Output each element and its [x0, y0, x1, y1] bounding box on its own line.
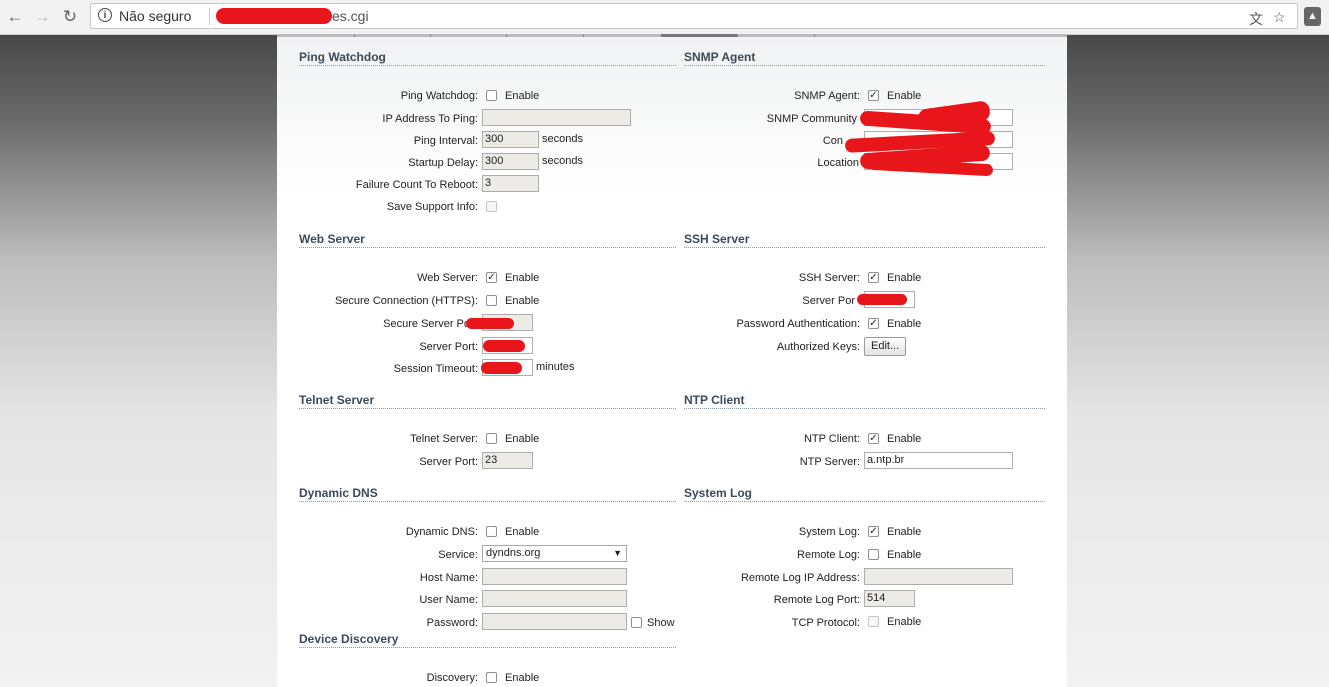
enable-label: Enable: [887, 549, 922, 561]
enable-label: Enable: [887, 433, 922, 445]
field-label: Authorized Keys:: [776, 341, 860, 353]
section-title: Ping Watchdog: [299, 50, 386, 64]
section-divider: [299, 647, 676, 648]
info-icon[interactable]: i: [98, 8, 112, 22]
tcp-protocol-checkbox[interactable]: [868, 616, 879, 627]
security-indicator[interactable]: Não seguro: [119, 8, 191, 24]
discovery-row: Discovery:: [277, 670, 478, 687]
section-divider: [299, 247, 676, 248]
section-divider: [684, 247, 1045, 248]
section-title: System Log: [684, 486, 753, 500]
field-label: Remote Log IP Address:: [740, 572, 860, 584]
address-bar[interactable]: i Não seguro xxxxxxxxxxxxxxxxes.cgi 文 ☆: [90, 3, 1298, 29]
field-label: Remote Log:: [797, 549, 860, 561]
url-host-redacted: xxxxxxxxxxxxxxxx: [216, 8, 332, 24]
snmp-contact-row: Con: [277, 133, 843, 151]
section-divider: [299, 65, 676, 66]
section-title: SSH Server: [684, 232, 750, 246]
extension-icon[interactable]: ▲: [1304, 7, 1321, 26]
remote-log-port-row: Remote Log Port:: [277, 592, 860, 610]
password-auth-row: Password Authentication:: [277, 316, 860, 334]
section-divider: [299, 501, 676, 502]
field-label: Failure Count To Reboot:: [355, 179, 478, 191]
save-support-checkbox[interactable]: [486, 201, 497, 212]
section-title: Device Discovery: [299, 632, 399, 646]
remote-log-checkbox[interactable]: [868, 549, 879, 560]
authorized-keys-row: Authorized Keys:: [277, 339, 860, 357]
snmp-agent-checkbox[interactable]: ✓: [868, 90, 879, 101]
save-support-row: Save Support Info:: [277, 199, 478, 217]
unit-label: minutes: [536, 361, 575, 373]
field-label: Location: [817, 157, 859, 169]
section-title: Telnet Server: [299, 393, 375, 407]
field-label: SNMP Community: [766, 113, 857, 125]
field-label: Discovery:: [426, 672, 478, 684]
section-title: NTP Client: [684, 393, 745, 407]
url-path: es.cgi: [332, 8, 369, 24]
redaction-mark: [481, 362, 522, 374]
remote-log-ip-input[interactable]: [864, 568, 1013, 585]
field-label: NTP Client:: [803, 433, 860, 445]
enable-label: Enable: [887, 318, 922, 330]
field-label: Remote Log Port:: [773, 594, 860, 606]
failure-count-row: Failure Count To Reboot:: [277, 177, 478, 195]
ntp-server-row: NTP Server:: [277, 454, 860, 472]
section-divider: [299, 408, 676, 409]
field-label: TCP Protocol:: [791, 617, 860, 629]
ssh-port-row: Server Por: [277, 293, 855, 311]
session-timeout-row: Session Timeout:: [277, 361, 478, 379]
forward-arrow-icon[interactable]: →: [31, 6, 53, 28]
ssh-server-checkbox[interactable]: ✓: [868, 272, 879, 283]
field-label: Password Authentication:: [736, 318, 860, 330]
star-icon[interactable]: ☆: [1273, 9, 1286, 26]
ssh-server-row: SSH Server:: [277, 270, 860, 288]
enable-label: Enable: [505, 672, 540, 684]
field-label: System Log:: [798, 526, 860, 538]
section-title: SNMP Agent: [684, 50, 756, 64]
ntp-client-row: NTP Client:: [277, 431, 860, 449]
edit-keys-button[interactable]: Edit...: [864, 337, 907, 356]
reload-icon[interactable]: ↻: [59, 6, 81, 28]
back-arrow-icon[interactable]: ←: [4, 6, 26, 28]
field-label: SSH Server:: [798, 272, 860, 284]
tcp-protocol-row: TCP Protocol:: [277, 615, 860, 633]
section-divider: [684, 65, 1045, 66]
services-panel: Ping Watchdog Ping Watchdog: Enable IP A…: [277, 37, 1067, 687]
field-label: NTP Server:: [799, 456, 860, 468]
url-text[interactable]: xxxxxxxxxxxxxxxxes.cgi: [216, 8, 369, 24]
remote-log-row: Remote Log:: [277, 547, 860, 565]
ntp-server-input[interactable]: a.ntp.br: [864, 452, 1013, 469]
discovery-checkbox[interactable]: [486, 672, 497, 683]
snmp-community-row: SNMP Community: [277, 111, 857, 129]
field-label: Save Support Info:: [386, 201, 478, 213]
section-divider: [684, 408, 1045, 409]
remote-log-port-input[interactable]: 514: [864, 590, 915, 607]
browser-toolbar: ← → ↻ i Não seguro xxxxxxxxxxxxxxxxes.cg…: [0, 0, 1329, 35]
enable-label: Enable: [887, 272, 922, 284]
section-title: Dynamic DNS: [299, 486, 378, 500]
system-log-checkbox[interactable]: ✓: [868, 526, 879, 537]
field-label: Server Por: [802, 295, 855, 307]
snmp-agent-row: SNMP Agent:: [277, 88, 860, 106]
password-auth-checkbox[interactable]: ✓: [868, 318, 879, 329]
remote-log-ip-row: Remote Log IP Address:: [277, 570, 860, 588]
omnibox-separator: [209, 8, 210, 25]
snmp-location-row: Location: [277, 155, 859, 173]
section-divider: [684, 501, 1045, 502]
section-title: Web Server: [299, 232, 365, 246]
system-log-row: System Log:: [277, 524, 860, 542]
enable-label: Enable: [887, 616, 922, 628]
translate-icon[interactable]: 文: [1249, 9, 1263, 29]
field-label: Con: [822, 135, 843, 147]
field-label: Session Timeout:: [393, 363, 478, 375]
enable-label: Enable: [887, 526, 922, 538]
failure-count-input[interactable]: 3: [482, 175, 539, 192]
ntp-client-checkbox[interactable]: ✓: [868, 433, 879, 444]
enable-label: Enable: [887, 90, 922, 102]
field-label: SNMP Agent:: [794, 90, 860, 102]
redaction-mark: [857, 294, 907, 305]
